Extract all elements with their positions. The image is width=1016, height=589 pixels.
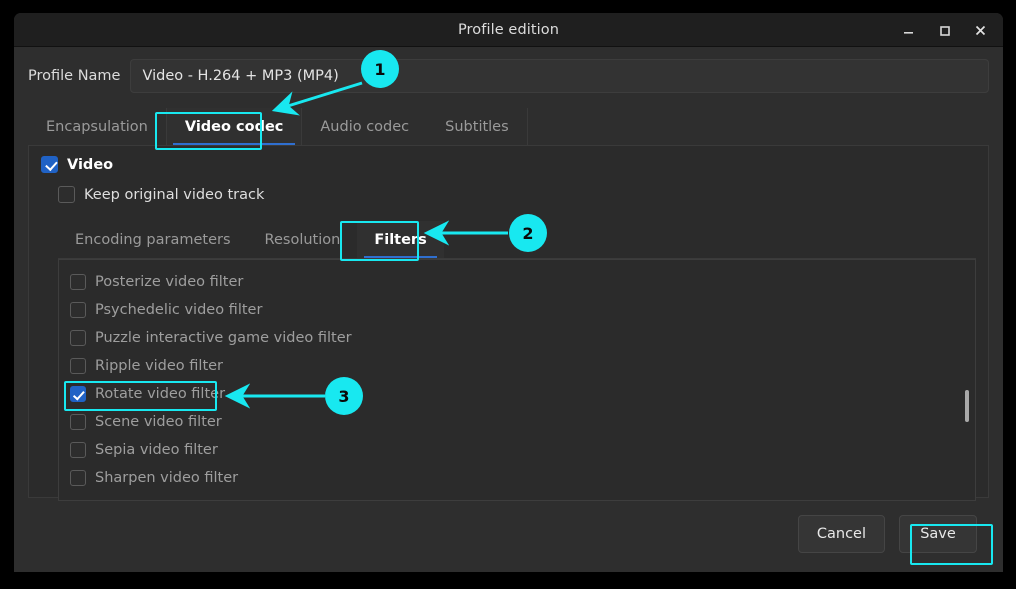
tab-video-codec[interactable]: Video codec xyxy=(167,108,302,145)
scrollbar-thumb[interactable] xyxy=(965,390,969,422)
profile-name-input[interactable] xyxy=(130,59,989,93)
filter-checkbox[interactable] xyxy=(70,274,86,290)
filter-checkbox-rotate[interactable] xyxy=(70,386,86,402)
dialog-footer: Cancel Save xyxy=(14,496,1003,572)
video-subtabs: Encoding parameters Resolution Filters xyxy=(58,221,976,259)
list-item[interactable]: Puzzle interactive game video filter xyxy=(59,324,975,352)
filter-checkbox[interactable] xyxy=(70,358,86,374)
tab-filters-label: Filters xyxy=(374,232,426,248)
video-enable-checkbox[interactable] xyxy=(41,156,58,173)
profile-edition-dialog: Profile edition Profile Name Encapsulat xyxy=(14,13,1003,572)
screen: Profile edition Profile Name Encapsulat xyxy=(0,0,1016,589)
keep-original-label: Keep original video track xyxy=(84,187,264,203)
tab-encapsulation[interactable]: Encapsulation xyxy=(28,108,166,145)
filter-list[interactable]: Posterize video filter Psychedelic video… xyxy=(58,259,976,501)
maximize-icon[interactable] xyxy=(927,15,961,45)
tab-resolution[interactable]: Resolution xyxy=(248,221,358,258)
filter-checkbox[interactable] xyxy=(70,330,86,346)
tab-encoding-parameters[interactable]: Encoding parameters xyxy=(58,221,248,258)
filter-checkbox[interactable] xyxy=(70,302,86,318)
filter-checkbox[interactable] xyxy=(70,442,86,458)
tab-video-codec-label: Video codec xyxy=(185,119,284,135)
tab-subtitles-label: Subtitles xyxy=(445,119,509,135)
filter-label: Psychedelic video filter xyxy=(95,302,262,318)
save-button[interactable]: Save xyxy=(899,515,977,553)
list-item[interactable]: Ripple video filter xyxy=(59,352,975,380)
video-enable-label: Video xyxy=(67,157,113,173)
tab-subtitles[interactable]: Subtitles xyxy=(427,108,527,145)
tab-encapsulation-label: Encapsulation xyxy=(46,119,148,135)
list-item[interactable]: Posterize video filter xyxy=(59,268,975,296)
filter-label: Puzzle interactive game video filter xyxy=(95,330,352,346)
tab-audio-codec-label: Audio codec xyxy=(320,119,409,135)
video-enable-row[interactable]: Video xyxy=(41,156,976,173)
window-controls xyxy=(891,13,997,47)
tab-resolution-label: Resolution xyxy=(265,232,341,248)
codec-tabs: Encapsulation Video codec Audio codec Su… xyxy=(28,108,989,146)
filter-list-inner: Posterize video filter Psychedelic video… xyxy=(59,260,975,492)
minimize-icon[interactable] xyxy=(891,15,925,45)
filter-checkbox[interactable] xyxy=(70,470,86,486)
filter-label: Sepia video filter xyxy=(95,442,218,458)
profile-name-row: Profile Name xyxy=(14,47,1003,93)
list-item[interactable]: Psychedelic video filter xyxy=(59,296,975,324)
filter-label: Scene video filter xyxy=(95,414,222,430)
filter-label: Rotate video filter xyxy=(95,386,225,402)
cancel-button[interactable]: Cancel xyxy=(798,515,885,553)
tab-audio-codec[interactable]: Audio codec xyxy=(302,108,427,145)
filter-label: Sharpen video filter xyxy=(95,470,238,486)
tab-filters[interactable]: Filters xyxy=(357,221,443,258)
profile-name-label: Profile Name xyxy=(28,68,120,84)
filter-label: Ripple video filter xyxy=(95,358,223,374)
window-title: Profile edition xyxy=(458,22,559,38)
filter-list-scrollbar[interactable] xyxy=(962,261,972,499)
filter-checkbox[interactable] xyxy=(70,414,86,430)
list-item[interactable]: Scene video filter xyxy=(59,408,975,436)
video-codec-panel: Video Keep original video track Encoding… xyxy=(28,146,989,498)
tab-encoding-parameters-label: Encoding parameters xyxy=(75,232,231,248)
titlebar: Profile edition xyxy=(14,13,1003,47)
list-item[interactable]: Sharpen video filter xyxy=(59,464,975,492)
list-item[interactable]: Sepia video filter xyxy=(59,436,975,464)
list-item-rotate[interactable]: Rotate video filter xyxy=(59,380,975,408)
keep-original-row[interactable]: Keep original video track xyxy=(58,186,976,203)
close-icon[interactable] xyxy=(963,15,997,45)
filter-label: Posterize video filter xyxy=(95,274,243,290)
tab-divider-end xyxy=(527,108,528,145)
keep-original-checkbox[interactable] xyxy=(58,186,75,203)
